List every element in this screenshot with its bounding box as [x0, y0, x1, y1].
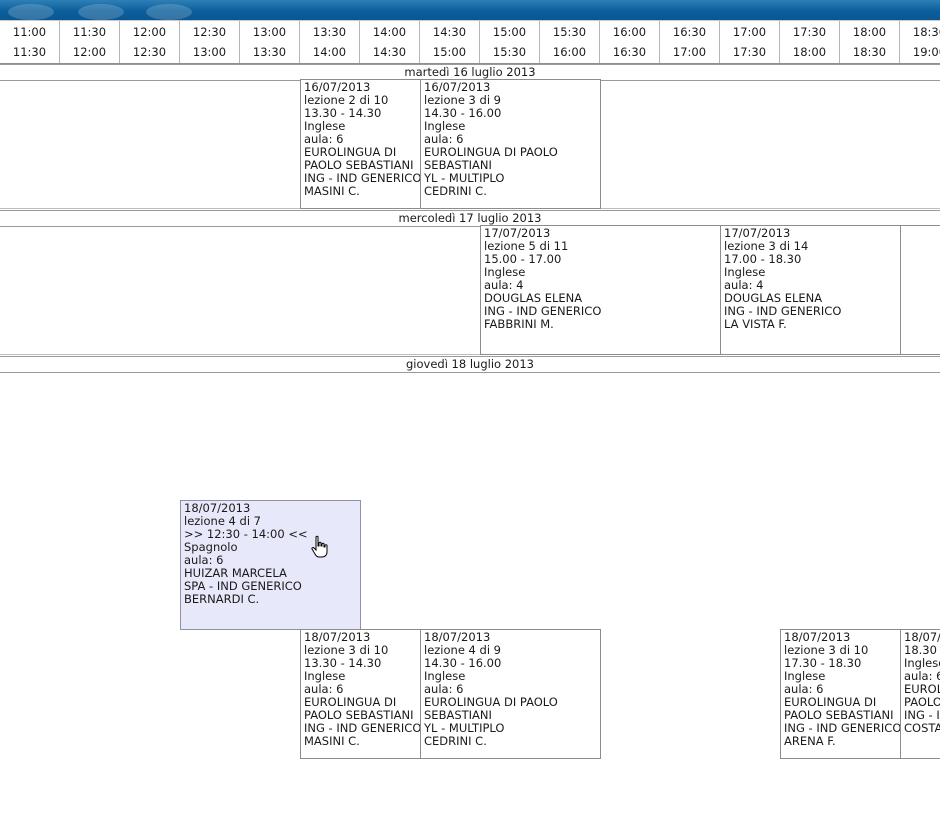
time-slot-column: 13:00 13:30	[240, 21, 300, 63]
time-slot-start: 16:00	[612, 25, 647, 39]
time-slot-start: 16:30	[672, 25, 707, 39]
lesson-card[interactable]: 18/07/2013 lezione 4 di 9 14.30 - 16.00 Ing…	[420, 629, 601, 759]
time-slot-column: 14:00 14:30	[360, 21, 420, 63]
time-slot-end: 12:00	[72, 45, 107, 59]
time-slot-end: 18:00	[792, 45, 827, 59]
lesson-line: BERNARDI C.	[184, 592, 260, 606]
time-slot-column: 18:30 19:00	[900, 21, 940, 63]
lesson-line: ARENA F.	[784, 734, 836, 748]
lesson-line: CEDRINI C.	[424, 184, 487, 198]
time-slot-end: 18:30	[852, 45, 887, 59]
lesson-card[interactable]: 16/07/2013 lezione 2 di 10 13.30 - 14.30 In…	[300, 79, 421, 209]
lesson-card[interactable]: 16/07/2013 lezione 3 di 9 14.30 - 16.00 Ing…	[420, 79, 601, 209]
time-slot-start: 18:00	[852, 25, 887, 39]
time-slot-column: 14:30 15:00	[420, 21, 480, 63]
lesson-line: MASINI C.	[304, 734, 360, 748]
time-slot-column: 13:30 14:00	[300, 21, 360, 63]
time-slot-end: 15:00	[432, 45, 467, 59]
time-slot-start: 13:30	[312, 25, 347, 39]
time-slot-start: 11:30	[72, 25, 107, 39]
lesson-card-selected[interactable]: 18/07/2013 lezione 4 di 7 >> 12:30 - 14:00…	[180, 500, 361, 630]
time-slot-column: 12:30 13:00	[180, 21, 240, 63]
time-slot-start: 15:00	[492, 25, 527, 39]
time-slot-end: 11:30	[12, 45, 47, 59]
time-slot-end: 17:00	[672, 45, 707, 59]
time-slot-column: 15:00 15:30	[480, 21, 540, 63]
time-slot-end: 16:00	[552, 45, 587, 59]
time-slot-start: 18:30	[912, 25, 940, 39]
title-bar-decoration	[8, 4, 54, 20]
time-slot-end: 16:30	[612, 45, 647, 59]
time-slot-start: 12:00	[132, 25, 167, 39]
time-slot-start: 15:30	[552, 25, 587, 39]
time-slot-end: 14:30	[372, 45, 407, 59]
time-slot-column: 12:00 12:30	[120, 21, 180, 63]
time-slot-start: 14:30	[432, 25, 467, 39]
lesson-line: COSTA	[904, 721, 940, 735]
lesson-card[interactable]: 18/07/2013 lezione 3 di 10 17.30 - 18.30 In…	[780, 629, 901, 759]
time-slot-end: 14:00	[312, 45, 347, 59]
time-slot-end: 12:30	[132, 45, 167, 59]
time-slot-end: 13:30	[252, 45, 287, 59]
time-slot-start: 13:00	[252, 25, 287, 39]
lesson-line: CEDRINI C.	[424, 734, 487, 748]
lesson-card[interactable]: 17/07/2013 lezione 5 di 11 15.00 - 17.00 In…	[480, 225, 721, 355]
time-slot-column: 16:30 17:00	[660, 21, 720, 63]
window-title-bar	[0, 0, 940, 20]
time-slot-end: 13:00	[192, 45, 227, 59]
time-slot-column: 16:00 16:30	[600, 21, 660, 63]
time-slot-header: 11:00 11:30 11:30 12:00 12:00 12:30 12:30 13:00…	[0, 20, 940, 64]
time-slot-end: 19:00	[912, 45, 940, 59]
time-slot-column: 11:00 11:30	[0, 21, 60, 63]
time-slot-start: 12:30	[192, 25, 227, 39]
day-header-thursday: giovedì 18 luglio 2013	[0, 356, 940, 373]
time-slot-column: 17:30 18:00	[780, 21, 840, 63]
title-bar-decoration	[78, 4, 124, 20]
time-slot-start: 14:00	[372, 25, 407, 39]
time-slot-column: 17:00 17:30	[720, 21, 780, 63]
time-slot-start: 17:30	[792, 25, 827, 39]
time-slot-column: 18:00 18:30	[840, 21, 900, 63]
lesson-line: MASINI C.	[304, 184, 360, 198]
lesson-card[interactable]: 17/07/2013 lezione 3 di 14 17.00 - 18.30 In…	[720, 225, 901, 355]
title-bar-decoration	[146, 4, 192, 20]
hand-pointer-icon	[311, 535, 328, 558]
lesson-line: FABBRINI M.	[484, 317, 554, 331]
lesson-line: LA VISTA F.	[724, 317, 787, 331]
time-slot-start: 11:00	[12, 25, 47, 39]
lesson-card[interactable]	[900, 225, 940, 355]
time-slot-end: 17:30	[732, 45, 767, 59]
lesson-card[interactable]: 18/07/218.30 -Ingleseaula: 6EUROLPAOLOIN…	[900, 629, 940, 759]
time-slot-end: 15:30	[492, 45, 527, 59]
time-slot-start: 17:00	[732, 25, 767, 39]
time-slot-column: 15:30 16:00	[540, 21, 600, 63]
time-slot-column: 11:30 12:00	[60, 21, 120, 63]
lesson-card[interactable]: 18/07/2013 lezione 3 di 10 13.30 - 14.30 In…	[300, 629, 421, 759]
